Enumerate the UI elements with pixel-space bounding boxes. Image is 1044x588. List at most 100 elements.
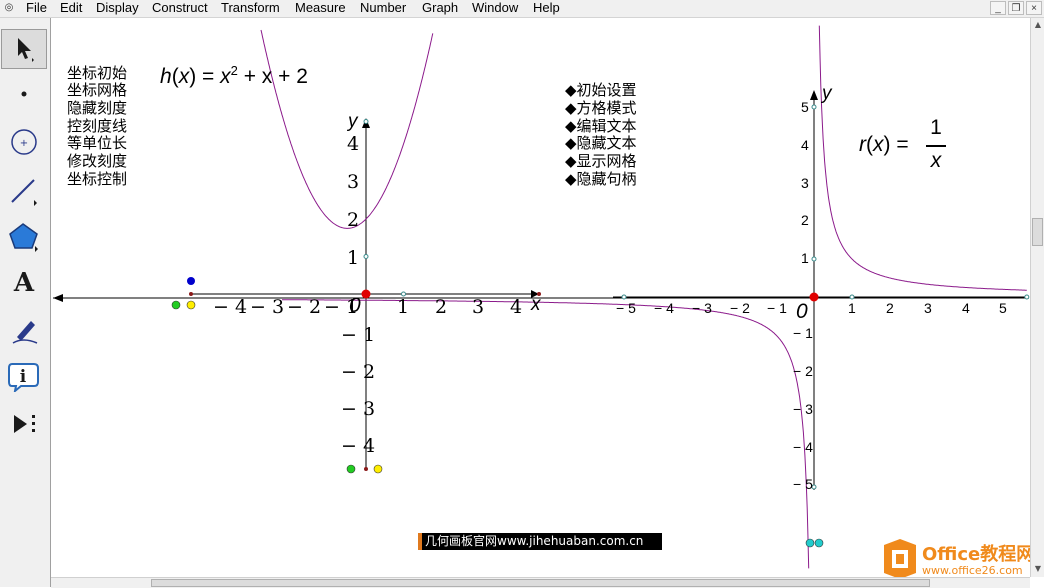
watermark-url: www.office26.com: [922, 564, 1023, 577]
left-x-axis-start-point: [189, 292, 193, 296]
left-origin-point: [361, 289, 371, 299]
polygon-tool[interactable]: [1, 216, 47, 256]
control-point-yellow: [186, 300, 196, 310]
information-tool[interactable]: i: [1, 356, 47, 396]
menu-construct[interactable]: Construct: [152, 0, 208, 15]
right-origin-point: [809, 292, 819, 302]
custom-tool[interactable]: [1, 404, 47, 444]
left-x-tick-neg3: − 3: [250, 296, 284, 318]
cmd-hide-handles[interactable]: ◆隐藏句柄: [565, 170, 637, 188]
formula-h-paren-open: (: [171, 65, 179, 88]
circle-icon: +: [11, 129, 37, 155]
point-icon: [21, 91, 27, 97]
right-y-tick-label: 4: [805, 439, 813, 455]
horizontal-scrollbar[interactable]: [51, 577, 1030, 588]
cmd-equal-unit[interactable]: 等单位长: [67, 134, 127, 152]
left-y-tick-label: 3: [362, 398, 376, 420]
right-x-tick-neg2: − 2: [730, 300, 750, 316]
right-x-tick-label: 5: [628, 300, 636, 316]
website-banner: 几何画板官网www.jihehuaban.com.cn: [418, 533, 662, 550]
formula-r[interactable]: r(x) =: [859, 133, 909, 157]
vertical-scrollbar[interactable]: ▲ ▼: [1030, 18, 1044, 577]
right-y-tick-label: 3: [805, 401, 813, 417]
menu-measure[interactable]: Measure: [295, 0, 346, 15]
cmd-show-grid[interactable]: ◆显示网格: [565, 152, 637, 170]
toolbox: + A i: [0, 18, 51, 587]
marker-tool[interactable]: [1, 310, 47, 350]
minus-sign: −: [341, 361, 363, 383]
cmd-coord-init[interactable]: 坐标初始: [67, 64, 127, 82]
cmd-hide-text[interactable]: ◆隐藏文本: [565, 134, 637, 152]
text-tool[interactable]: A: [1, 263, 47, 303]
menu-graph[interactable]: Graph: [422, 0, 458, 15]
unit-point: [363, 254, 369, 259]
menu-transform[interactable]: Transform: [221, 0, 280, 15]
restore-button[interactable]: ❐: [1008, 1, 1024, 15]
arrow-select-tool[interactable]: [1, 29, 47, 69]
right-y-tick-label: 2: [805, 363, 813, 379]
minus-sign: −: [341, 324, 363, 346]
r-curve-positive: [818, 25, 1027, 291]
left-y-axis-end-point: [364, 467, 368, 471]
cmd-grid-mode[interactable]: ◆方格模式: [565, 99, 637, 117]
cmd-hide-ticks[interactable]: 隐藏刻度: [67, 99, 127, 117]
menu-file[interactable]: File: [26, 0, 47, 15]
point-tool[interactable]: [1, 74, 47, 114]
minus-sign: −: [213, 296, 235, 318]
minus-sign: −: [793, 325, 806, 341]
left-x-tick-4: 4: [510, 296, 523, 318]
left-y-tick-neg4: − 4: [341, 435, 375, 457]
sketch-canvas[interactable]: 坐标初始 坐标网格 隐藏刻度 控刻度线 等单位长 修改刻度 坐标控制 ◆初始设置…: [51, 18, 1030, 577]
control-point-blue: [187, 277, 195, 285]
right-y-tick-label: 1: [805, 325, 813, 341]
control-point-cyan-1: [805, 538, 815, 548]
cmd-initial-settings[interactable]: ◆初始设置: [565, 81, 637, 99]
cmd-coord-grid[interactable]: 坐标网格: [67, 81, 127, 99]
left-x-tick-3: 3: [472, 296, 485, 318]
scroll-down-arrow[interactable]: ▼: [1033, 564, 1043, 574]
right-x-tick-label: 2: [742, 300, 750, 316]
formula-h-rest: + x + 2: [237, 65, 308, 88]
polygon-icon: [9, 223, 38, 252]
unit-point: [1024, 294, 1030, 300]
left-x-tick-2: 2: [435, 296, 448, 318]
pen-icon: [12, 321, 38, 344]
menu-edit[interactable]: Edit: [60, 0, 82, 15]
minimize-button[interactable]: _: [990, 1, 1006, 15]
cmd-tick-lines[interactable]: 控刻度线: [67, 117, 127, 135]
right-y-tick-label: 5: [805, 476, 813, 492]
minus-sign: −: [341, 435, 363, 457]
left-y-tick-neg1: − 1: [341, 324, 375, 346]
scroll-up-arrow[interactable]: ▲: [1033, 20, 1043, 30]
right-y-arrow: [810, 90, 818, 100]
right-y-tick-neg4: − 4: [793, 439, 813, 455]
close-button[interactable]: ×: [1026, 1, 1042, 15]
svg-text:+: +: [20, 138, 28, 149]
right-x-tick-1: 1: [848, 300, 856, 316]
menu-display[interactable]: Display: [96, 0, 139, 15]
control-point-green: [171, 300, 181, 310]
left-y-tick-label: 1: [362, 324, 376, 346]
vertical-scroll-thumb[interactable]: [1032, 218, 1043, 246]
formula-h-exp: 2: [230, 63, 238, 78]
menu-window[interactable]: Window: [472, 0, 518, 15]
right-x-tick-label: 4: [666, 300, 674, 316]
cmd-edit-ticks[interactable]: 修改刻度: [67, 152, 127, 170]
app-icon[interactable]: ◎: [3, 2, 15, 14]
minus-sign: −: [767, 300, 780, 316]
unit-point: [811, 256, 817, 262]
cmd-edit-text[interactable]: ◆编辑文本: [565, 117, 637, 135]
formula-h[interactable]: h(x) = x2 + x + 2: [160, 63, 308, 89]
minus-sign: −: [793, 476, 806, 492]
left-y-tick-label: 4: [362, 435, 376, 457]
watermark-title: Office教程网: [922, 544, 1035, 565]
right-x-tick-neg3: − 3: [692, 300, 712, 316]
formula-r-paren-close: ) =: [883, 133, 909, 156]
compass-tool[interactable]: +: [1, 122, 47, 162]
straightedge-tool[interactable]: [1, 170, 47, 210]
cmd-coord-control[interactable]: 坐标控制: [67, 170, 127, 188]
minus-sign: −: [654, 300, 667, 316]
horizontal-scroll-thumb[interactable]: [151, 579, 930, 587]
menu-help[interactable]: Help: [533, 0, 560, 15]
menu-number[interactable]: Number: [360, 0, 406, 15]
